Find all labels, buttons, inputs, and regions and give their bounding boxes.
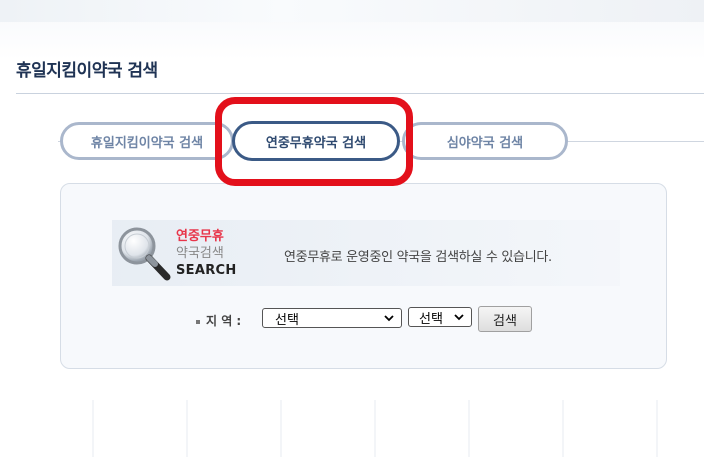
tab-late-night-pharmacy[interactable]: 심야약국 검색 (402, 122, 568, 160)
tab-year-round-pharmacy[interactable]: 연중무휴약국 검색 (232, 121, 400, 161)
tab-holiday-pharmacy[interactable]: 휴일지킴이약국 검색 (60, 122, 234, 160)
title-divider (16, 93, 704, 94)
search-badge: 연중무휴 약국검색 SEARCH (176, 228, 238, 279)
region-label-text: 지 역 : (206, 314, 242, 328)
chevron-down-icon (384, 315, 394, 322)
search-button[interactable]: 검색 (478, 306, 532, 332)
badge-line3: SEARCH (176, 263, 237, 278)
region-label: 지 역 : (196, 312, 241, 329)
badge-line2: 약국검색 (176, 246, 224, 261)
bullet-icon (196, 319, 200, 324)
page-title: 휴일지킴이약국 검색 (16, 61, 158, 81)
subregion-select-value: 선택 (419, 311, 443, 327)
tab-label: 연중무휴약국 검색 (265, 135, 367, 151)
search-button-label: 검색 (493, 313, 517, 329)
top-banner-strip (0, 0, 704, 22)
magnifier-icon (118, 227, 171, 281)
region-select[interactable]: 선택 (262, 308, 402, 328)
chevron-down-icon (454, 314, 464, 321)
badge-line1: 연중무휴 (176, 229, 224, 244)
region-select-value: 선택 (275, 312, 299, 328)
subregion-select[interactable]: 선택 (408, 307, 472, 327)
search-description: 연중무휴로 운영중인 약국을 검색하실 수 있습니다. (284, 250, 552, 265)
footer-background (0, 400, 704, 457)
tab-label: 휴일지킴이약국 검색 (90, 135, 204, 151)
tab-label: 심야약국 검색 (446, 135, 524, 151)
